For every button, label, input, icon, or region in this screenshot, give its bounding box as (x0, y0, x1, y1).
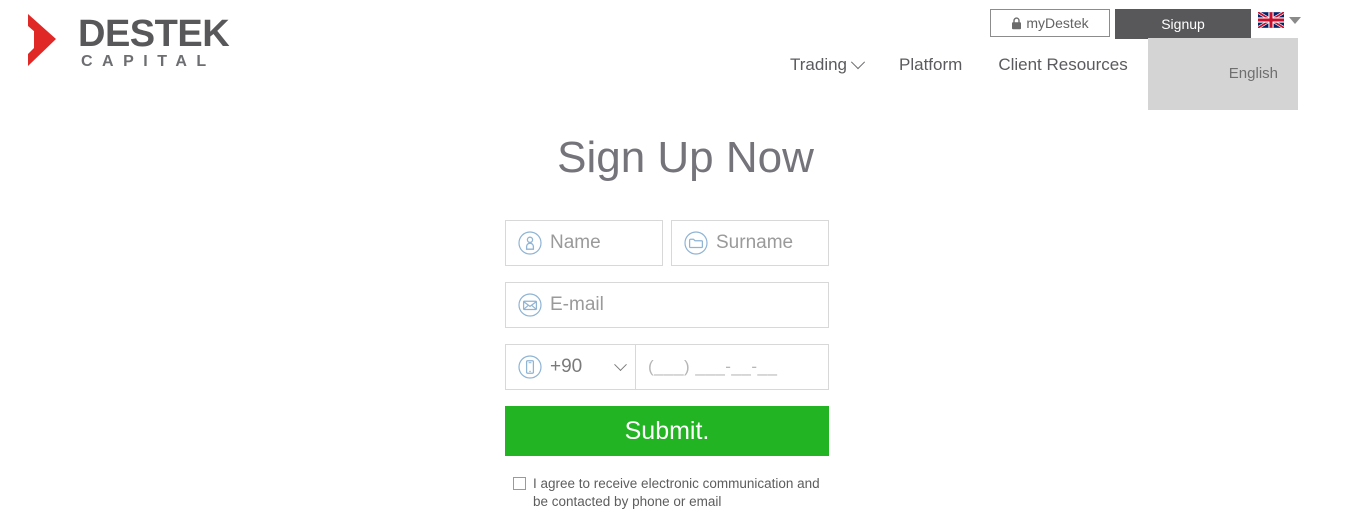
submit-label: Submit. (624, 416, 710, 445)
site-logo[interactable]: DESTEK CAPITAL (26, 8, 286, 70)
email-row: E-mail (505, 282, 829, 328)
name-field[interactable]: Name (505, 220, 663, 266)
envelope-circle-icon (518, 293, 542, 317)
surname-placeholder: Surname (716, 232, 794, 253)
nav-item-trading[interactable]: Trading (790, 55, 866, 75)
folder-circle-icon (684, 231, 708, 255)
destek-arrow-logo-icon (28, 14, 56, 66)
main-navigation: Trading Platform Client Resources (790, 55, 1128, 75)
logo-tagline: CAPITAL (81, 53, 216, 70)
nav-label-platform: Platform (899, 55, 963, 74)
logo-wordmark: DESTEK (78, 13, 230, 55)
consent-text: I agree to receive electronic communicat… (533, 476, 820, 509)
language-selector[interactable] (1258, 12, 1301, 28)
signup-form: Name Surname E-mail +90 (___) ___-__-__ … (505, 220, 829, 511)
lock-icon (1012, 16, 1022, 29)
chevron-down-icon (850, 55, 866, 70)
surname-field[interactable]: Surname (671, 220, 829, 266)
phone-placeholder: (___) ___-__-__ (648, 357, 778, 376)
chevron-down-icon (614, 357, 627, 371)
country-code-value: +90 (550, 356, 583, 377)
nav-label-client-resources: Client Resources (998, 55, 1128, 74)
nav-label-trading: Trading (790, 55, 848, 74)
caret-down-icon (1289, 16, 1301, 24)
consent-row: I agree to receive electronic communicat… (513, 475, 821, 511)
mydestek-label: myDestek (1026, 15, 1089, 31)
signup-button[interactable]: Signup (1115, 9, 1251, 39)
mydestek-button[interactable]: myDestek (990, 9, 1110, 37)
mobile-circle-icon (518, 355, 542, 379)
nav-item-platform[interactable]: Platform (899, 55, 962, 75)
phone-number-field[interactable]: (___) ___-__-__ (635, 344, 829, 390)
uk-flag-icon (1258, 12, 1284, 28)
name-row: Name Surname (505, 220, 829, 266)
language-option-english[interactable]: English (1229, 65, 1278, 82)
site-header: DESTEK CAPITAL myDestek Signup English T… (0, 0, 1371, 110)
consent-checkbox[interactable] (513, 477, 526, 490)
nav-item-client-resources[interactable]: Client Resources (998, 55, 1127, 75)
name-placeholder: Name (550, 232, 601, 253)
country-code-select[interactable]: +90 (505, 344, 635, 390)
signup-label: Signup (1161, 16, 1205, 32)
submit-button[interactable]: Submit. (505, 406, 829, 456)
email-field[interactable]: E-mail (505, 282, 829, 328)
page-title: Sign Up Now (557, 133, 814, 182)
email-placeholder: E-mail (550, 294, 604, 315)
user-circle-icon (518, 231, 542, 255)
phone-row: +90 (___) ___-__-__ (505, 344, 829, 390)
language-dropdown-panel: English (1148, 38, 1298, 110)
